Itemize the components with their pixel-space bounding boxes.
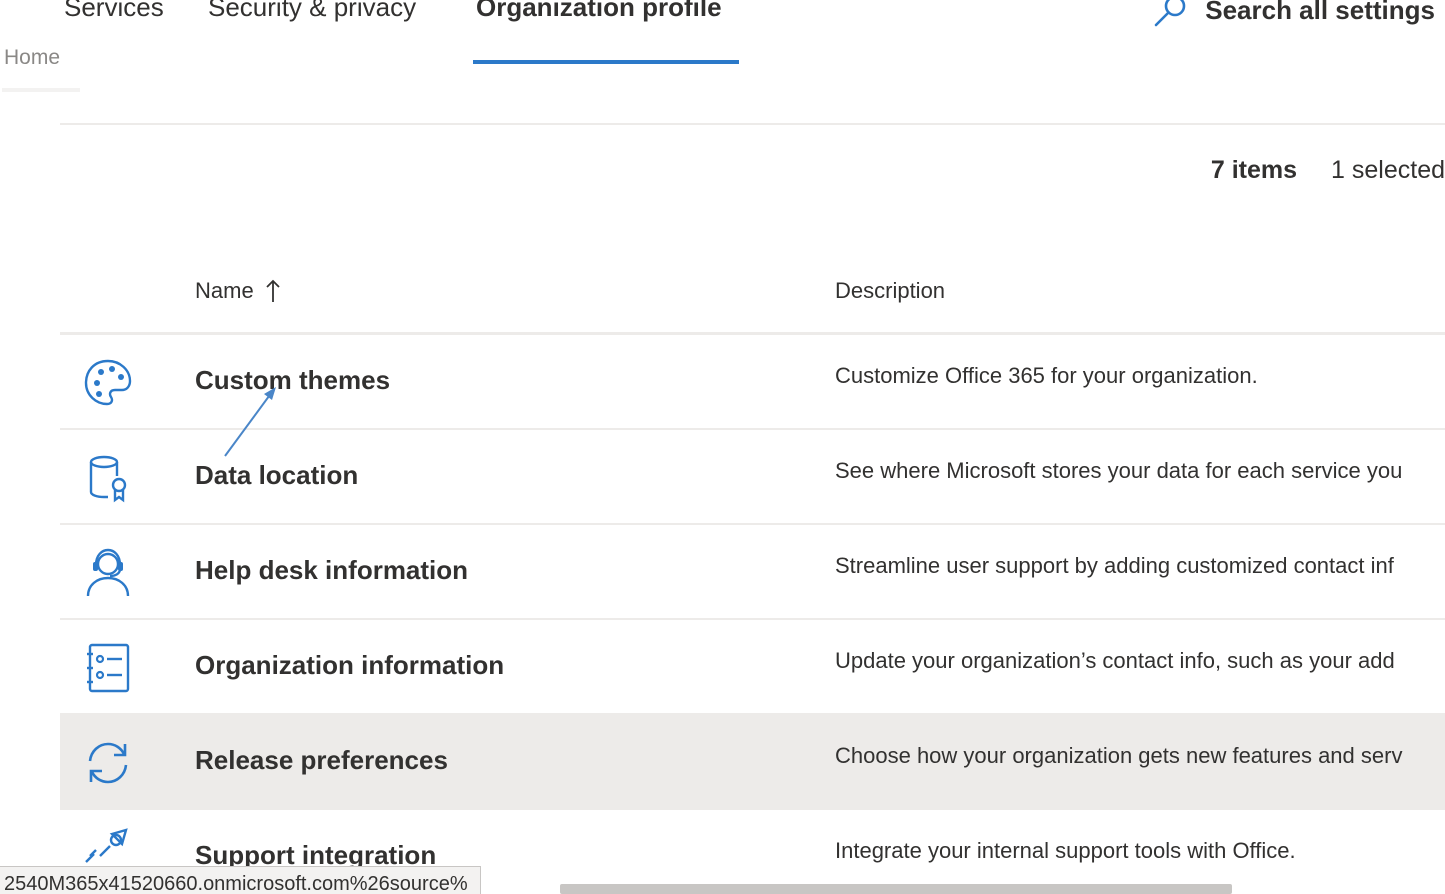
row-description: Integrate your internal support tools wi… xyxy=(835,838,1296,863)
row-description: Customize Office 365 for your organizati… xyxy=(835,363,1258,388)
table-row-organization-information[interactable]: Organization information Update your org… xyxy=(60,620,1445,715)
row-name: Data location xyxy=(195,460,359,490)
row-name: Release preferences xyxy=(195,745,448,775)
contact-card-icon xyxy=(87,643,130,693)
breadcrumb-home[interactable]: Home xyxy=(4,46,60,70)
database-location-icon xyxy=(89,455,127,503)
table-row-help-desk-information[interactable]: Help desk information Streamline user su… xyxy=(60,525,1445,620)
column-header-name[interactable]: Name xyxy=(195,278,282,304)
horizontal-scrollbar[interactable] xyxy=(560,884,1232,894)
status-bar-url: 2540M365x41520660.onmicrosoft.com%26sour… xyxy=(0,866,481,894)
search-label: Search all settings xyxy=(1205,0,1435,25)
tab-services[interactable]: Services xyxy=(64,0,164,23)
annotation-arrow-icon xyxy=(224,387,276,457)
admin-settings-page: Services Security & privacy Organization… xyxy=(0,0,1445,894)
search-all-settings[interactable]: Search all settings xyxy=(1153,0,1435,28)
home-underline xyxy=(2,88,80,92)
search-icon xyxy=(1154,0,1186,27)
headset-user-icon xyxy=(86,548,130,597)
sync-icon xyxy=(88,742,128,784)
selected-count: 1 selected xyxy=(1331,156,1445,184)
column-header-description[interactable]: Description xyxy=(835,278,945,304)
sort-up-arrow-icon xyxy=(266,279,280,302)
row-description: See where Microsoft stores your data for… xyxy=(835,458,1403,483)
header-divider xyxy=(60,123,1445,125)
column-name-label: Name xyxy=(195,278,254,303)
row-description: Choose how your organization gets new fe… xyxy=(835,743,1403,768)
row-name: Organization information xyxy=(195,650,505,680)
settings-table: Name Description Custom themes Customize… xyxy=(60,262,1445,894)
palette-icon xyxy=(84,359,132,406)
row-description: Update your organization’s contact info,… xyxy=(835,648,1395,673)
tab-organization-profile[interactable]: Organization profile xyxy=(476,0,722,23)
table-row-release-preferences[interactable]: Release preferences Choose how your orga… xyxy=(60,715,1445,810)
table-header: Name Description xyxy=(60,262,1445,335)
tab-security-privacy[interactable]: Security & privacy xyxy=(208,0,416,23)
row-description: Streamline user support by adding custom… xyxy=(835,553,1394,578)
active-tab-indicator xyxy=(473,60,739,64)
settings-tabs: Services Security & privacy Organization… xyxy=(0,0,1445,70)
item-count: 7 items xyxy=(1210,156,1298,184)
row-name: Help desk information xyxy=(195,555,469,585)
list-summary: 7 items 1 selected xyxy=(1211,156,1445,185)
